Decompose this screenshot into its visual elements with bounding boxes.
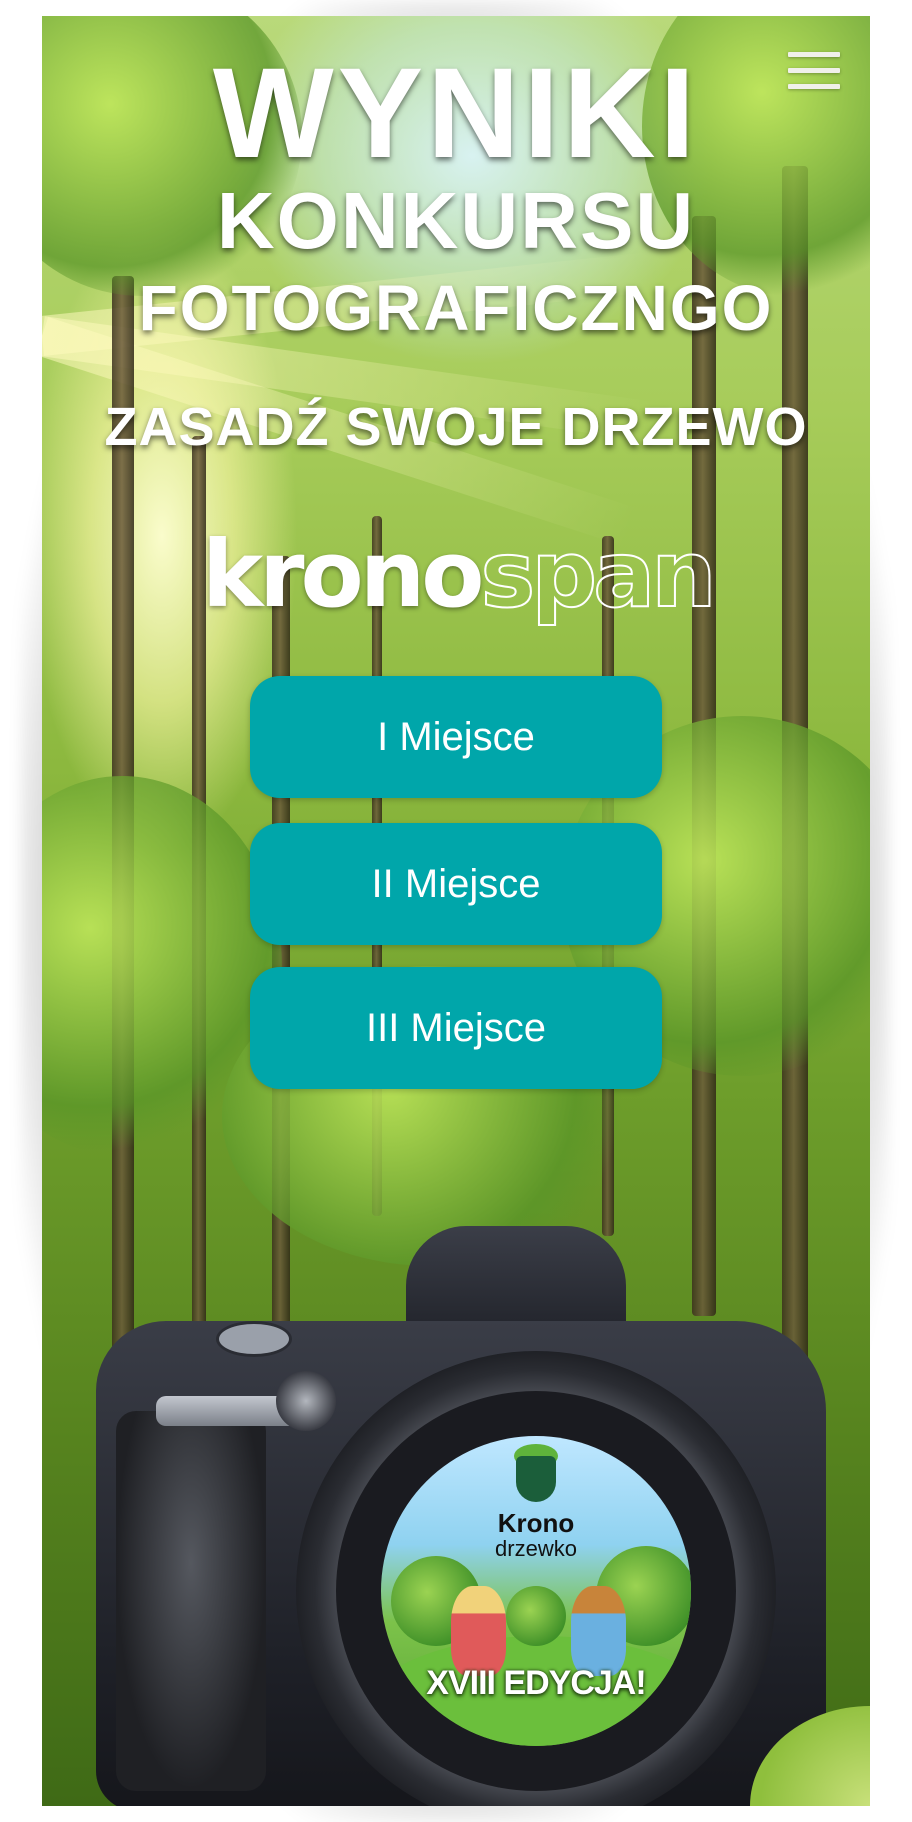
lens-subtitle: drzewko (495, 1536, 577, 1561)
forest-background: WYNIKI KONKURSU FOTOGRAFICZNGO ZASADŹ SW… (42, 16, 870, 1806)
krono-drzewko-lens-image: Krono drzewko XVIII EDYCJA! (381, 1436, 691, 1746)
camera-grip (116, 1411, 266, 1791)
camera-flash (276, 1371, 336, 1431)
first-place-button[interactable]: I Miejsce (250, 676, 662, 798)
third-place-button[interactable]: III Miejsce (250, 967, 662, 1089)
second-place-button[interactable]: II Miejsce (250, 823, 662, 945)
girl-illustration (451, 1586, 506, 1676)
headline-line-2: KONKURSU (216, 176, 696, 265)
sapling-illustration (506, 1586, 566, 1646)
edition-label: XVIII EDYCJA! (426, 1664, 646, 1702)
camera-illustration: Krono drzewko XVIII EDYCJA! (96, 1211, 836, 1806)
camera-dial (216, 1321, 292, 1357)
headline-line-1: WYNIKI (212, 42, 700, 185)
kronospan-logo: krono span (202, 521, 718, 628)
headline-subtitle: ZASADŹ SWOJE DRZEWO (104, 397, 808, 457)
logo-solid-part: krono (202, 521, 484, 628)
logo-outline-part: span (479, 521, 717, 628)
lens-title: Krono (497, 1508, 575, 1538)
boy-illustration (571, 1586, 626, 1676)
headline-line-3: FOTOGRAFICZNGO (138, 272, 774, 344)
